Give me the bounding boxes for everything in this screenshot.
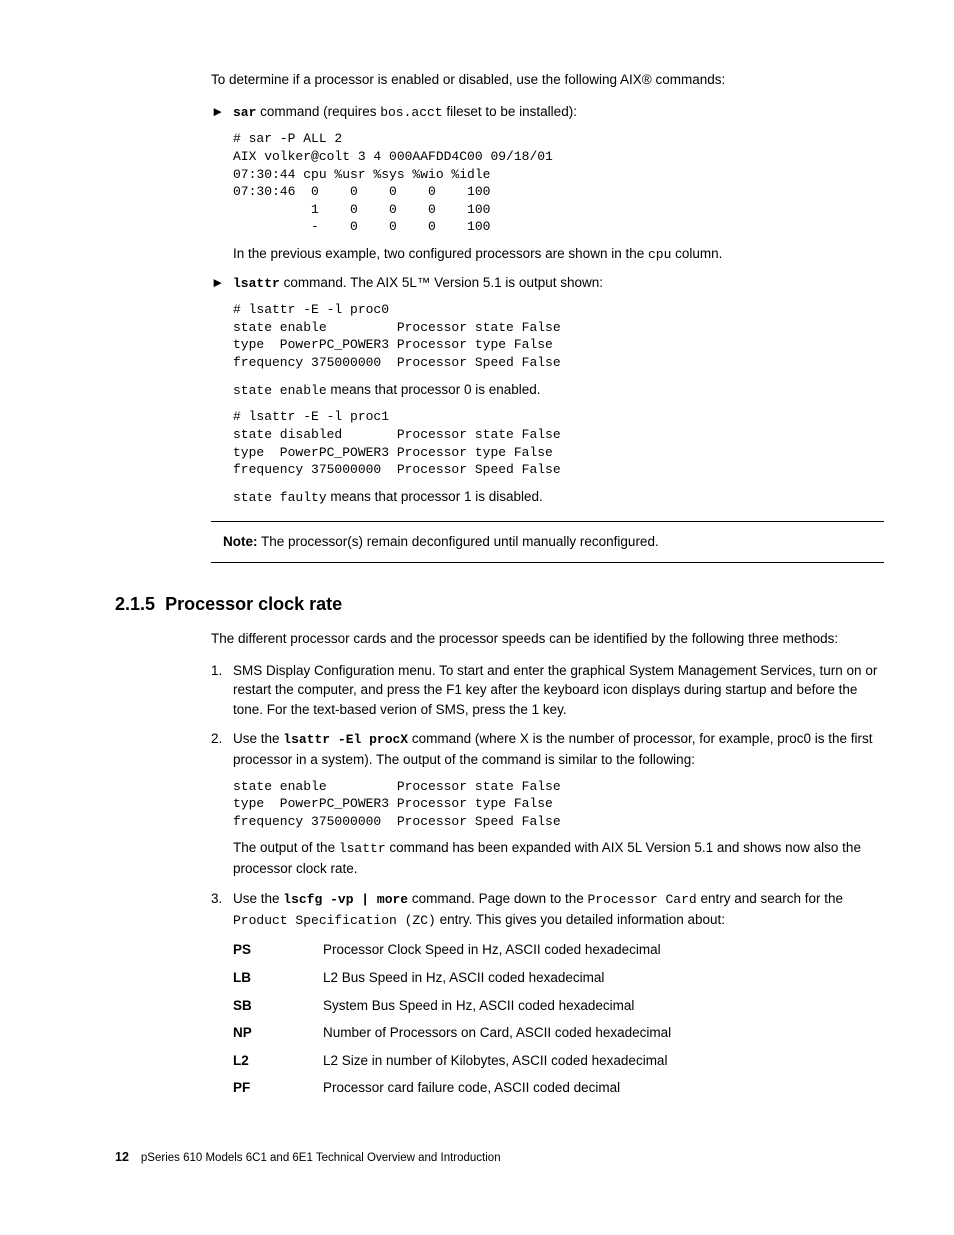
text: means that processor 1 is disabled. — [327, 489, 543, 504]
lsattr-cmd: lsattr — [339, 841, 386, 856]
state-faulty: state faulty — [233, 490, 327, 505]
lsattr-faulty-note: state faulty means that processor 1 is d… — [233, 487, 884, 508]
footer-title: pSeries 610 Models 6C1 and 6E1 Technical… — [141, 1152, 501, 1164]
dl-term: PF — [233, 1078, 323, 1098]
dl-term: NP — [233, 1023, 323, 1043]
page-number: 12 — [115, 1150, 129, 1164]
lscfg-command: lscfg -vp | more — [283, 892, 408, 907]
sar-command: sar — [233, 105, 256, 120]
list-number: 3. — [211, 889, 233, 931]
lsattr-proc1-code: # lsattr -E -l proc1 state disabled Proc… — [233, 408, 884, 478]
text: command (requires — [256, 104, 380, 119]
bos-acct-file: bos.acct — [380, 105, 442, 120]
section-intro: The different processor cards and the pr… — [211, 629, 884, 649]
section-title: Processor clock rate — [165, 594, 342, 614]
note-box: Note: The processor(s) remain deconfigur… — [211, 521, 884, 563]
dl-def: Number of Processors on Card, ASCII code… — [323, 1023, 884, 1043]
text: Use the — [233, 891, 283, 906]
note-text: The processor(s) remain deconfigured unt… — [258, 534, 659, 549]
bullet-mark: ► — [211, 102, 233, 265]
text: The output of the — [233, 840, 339, 855]
list-number: 2. — [211, 729, 233, 878]
dl-row-pf: PF Processor card failure code, ASCII co… — [233, 1078, 884, 1098]
lsattr-el-command: lsattr -El procX — [283, 732, 408, 747]
cpu-column: cpu — [648, 247, 671, 262]
lsattr-enable-note: state enable means that processor 0 is e… — [233, 380, 884, 401]
dl-def: L2 Bus Speed in Hz, ASCII coded hexadeci… — [323, 968, 884, 988]
text: command. The AIX 5L™ Version 5.1 is outp… — [280, 275, 603, 290]
dl-term: PS — [233, 940, 323, 960]
lsattr-expanded-note: The output of the lsattr command has bee… — [233, 838, 884, 878]
text: In the previous example, two configured … — [233, 246, 648, 261]
page-footer: 12 pSeries 610 Models 6C1 and 6E1 Technic… — [115, 1148, 884, 1167]
text: entry. This gives you detailed informati… — [436, 912, 725, 927]
bullet-mark: ► — [211, 273, 233, 508]
intro-paragraph: To determine if a processor is enabled o… — [211, 70, 884, 90]
dl-def: Processor card failure code, ASCII coded… — [323, 1078, 884, 1098]
section-heading: 2.1.5 Processor clock rate — [115, 591, 884, 617]
text: Use the — [233, 731, 283, 746]
text: fileset to be installed): — [443, 104, 577, 119]
lsattr-output-code: state enable Processor state False type … — [233, 778, 884, 831]
dl-def: L2 Size in number of Kilobytes, ASCII co… — [323, 1051, 884, 1071]
bullet-sar: ► sar command (requires bos.acct fileset… — [211, 102, 884, 265]
dl-row-np: NP Number of Processors on Card, ASCII c… — [233, 1023, 884, 1043]
bullet-lsattr: ► lsattr command. The AIX 5L™ Version 5.… — [211, 273, 884, 508]
text: command. Page down to the — [408, 891, 587, 906]
note-label: Note: — [223, 534, 258, 549]
dl-row-lb: LB L2 Bus Speed in Hz, ASCII coded hexad… — [233, 968, 884, 988]
text: column. — [671, 246, 722, 261]
lsattr-command: lsattr — [233, 276, 280, 291]
text: entry and search for the — [697, 891, 843, 906]
state-enable: state enable — [233, 383, 327, 398]
product-spec-zc: Product Specification (ZC) — [233, 913, 436, 928]
list-number: 1. — [211, 661, 233, 720]
dl-term: LB — [233, 968, 323, 988]
method-2: 2. Use the lsattr -El procX command (whe… — [211, 729, 884, 878]
dl-row-sb: SB System Bus Speed in Hz, ASCII coded h… — [233, 996, 884, 1016]
sar-after-text: In the previous example, two configured … — [233, 244, 884, 265]
section-number: 2.1.5 — [115, 594, 155, 614]
lsattr-proc0-code: # lsattr -E -l proc0 state enable Proces… — [233, 301, 884, 371]
sar-output-code: # sar -P ALL 2 AIX volker@colt 3 4 000AA… — [233, 130, 884, 235]
text: means that processor 0 is enabled. — [327, 382, 541, 397]
method-1-text: SMS Display Configuration menu. To start… — [233, 661, 884, 720]
dl-def: System Bus Speed in Hz, ASCII coded hexa… — [323, 996, 884, 1016]
dl-def: Processor Clock Speed in Hz, ASCII coded… — [323, 940, 884, 960]
dl-term: L2 — [233, 1051, 323, 1071]
dl-term: SB — [233, 996, 323, 1016]
dl-row-l2: L2 L2 Size in number of Kilobytes, ASCII… — [233, 1051, 884, 1071]
method-3: 3. Use the lscfg -vp | more command. Pag… — [211, 889, 884, 931]
dl-row-ps: PS Processor Clock Speed in Hz, ASCII co… — [233, 940, 884, 960]
processor-card: Processor Card — [587, 892, 696, 907]
method-1: 1. SMS Display Configuration menu. To st… — [211, 661, 884, 720]
